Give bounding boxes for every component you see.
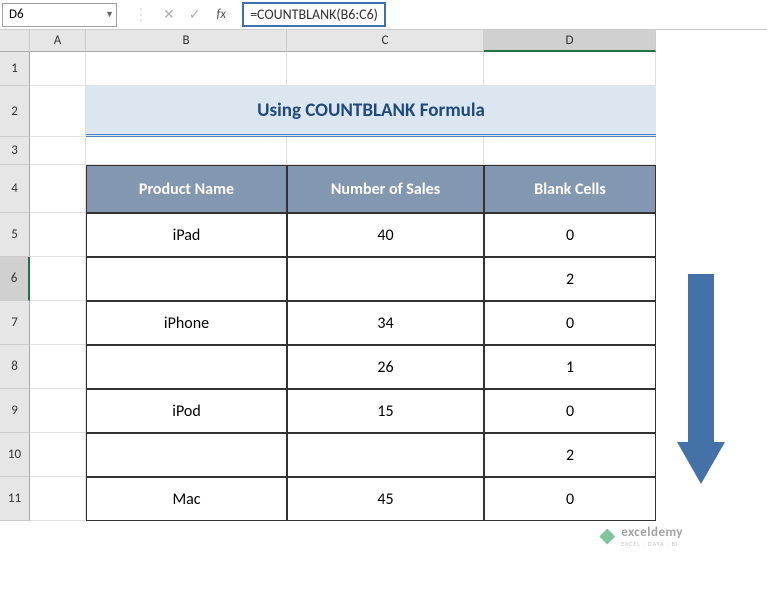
row-header-6[interactable]: 6 [0,257,30,301]
cell-B3[interactable] [86,137,287,165]
cell-A6[interactable] [30,257,86,301]
row-header-10[interactable]: 10 [0,433,30,477]
cell-A4[interactable] [30,165,86,213]
cell-D7[interactable]: 0 [484,301,656,345]
table-header-sales[interactable]: Number of Sales [287,165,484,213]
table-header-name[interactable]: Product Name [86,165,287,213]
watermark-tagline: EXCEL · DATA · BI [621,540,683,548]
cell-C3[interactable] [287,137,484,165]
formula-input[interactable]: =COUNTBLANK(B6:C6) [236,3,767,27]
cell-D5[interactable]: 0 [484,213,656,257]
row-header-11[interactable]: 11 [0,477,30,521]
cell-D10[interactable]: 2 [484,433,656,477]
cell-D8[interactable]: 1 [484,345,656,389]
cell-C9[interactable]: 15 [287,389,484,433]
cell-A1[interactable] [30,52,86,86]
cell-C1[interactable] [287,52,484,86]
formula-bar: D6 ▼ ⋮ ✕ ✓ fx =COUNTBLANK(B6:C6) [0,0,767,30]
col-header-B[interactable]: B [86,30,287,52]
cell-D11[interactable]: 0 [484,477,656,521]
cell-B7[interactable]: iPhone [86,301,287,345]
cell-D3[interactable] [484,137,656,165]
name-box[interactable]: D6 ▼ [2,3,117,27]
title-cell[interactable]: Using COUNTBLANK Formula [86,86,656,137]
row-header-3[interactable]: 3 [0,137,30,165]
cell-C7[interactable]: 34 [287,301,484,345]
cell-C6[interactable] [287,257,484,301]
cell-A7[interactable] [30,301,86,345]
cell-C5[interactable]: 40 [287,213,484,257]
cell-A2[interactable] [30,86,86,137]
table-header-blank[interactable]: Blank Cells [484,165,656,213]
row-header-9[interactable]: 9 [0,389,30,433]
row-header-2[interactable]: 2 [0,86,30,137]
cell-C10[interactable] [287,433,484,477]
chevron-down-icon[interactable]: ▼ [105,9,114,20]
cell-D6[interactable]: 2 [484,257,656,301]
exceldemy-logo-icon [599,529,615,545]
select-all-corner[interactable] [0,30,30,52]
row-header-1[interactable]: 1 [0,52,30,86]
watermark: exceldemy EXCEL · DATA · BI [599,525,683,548]
row-header-4[interactable]: 4 [0,165,30,213]
col-header-C[interactable]: C [287,30,484,52]
formula-text: =COUNTBLANK(B6:C6) [242,2,386,27]
col-header-D[interactable]: D [484,30,656,52]
row-header-7[interactable]: 7 [0,301,30,345]
col-header-A[interactable]: A [30,30,86,52]
cell-B11[interactable]: Mac [86,477,287,521]
row-header-5[interactable]: 5 [0,213,30,257]
cell-A5[interactable] [30,213,86,257]
enter-icon[interactable]: ✓ [189,6,201,23]
cell-A9[interactable] [30,389,86,433]
cell-D9[interactable]: 0 [484,389,656,433]
cell-B5[interactable]: iPad [86,213,287,257]
cell-B6[interactable] [86,257,287,301]
cell-D1[interactable] [484,52,656,86]
cancel-icon[interactable]: ✕ [163,6,175,23]
cell-B10[interactable] [86,433,287,477]
cell-A11[interactable] [30,477,86,521]
cell-B1[interactable] [86,52,287,86]
cell-A10[interactable] [30,433,86,477]
down-arrow-icon [688,274,725,484]
cell-A8[interactable] [30,345,86,389]
formula-tools: ⋮ ✕ ✓ [121,5,212,25]
row-headers: 1 2 3 4 5 6 7 8 9 10 11 [0,52,30,521]
spreadsheet-grid[interactable]: Using COUNTBLANK Formula Product Name Nu… [30,52,656,521]
cell-C11[interactable]: 45 [287,477,484,521]
cell-B9[interactable]: iPod [86,389,287,433]
separator: ⋮ [133,5,149,25]
cell-C8[interactable]: 26 [287,345,484,389]
name-box-value: D6 [9,7,24,22]
cell-B8[interactable] [86,345,287,389]
cell-A3[interactable] [30,137,86,165]
column-header-row: A B C D [0,30,767,52]
watermark-brand: exceldemy [621,525,683,540]
fx-label[interactable]: fx [216,7,226,22]
row-header-8[interactable]: 8 [0,345,30,389]
